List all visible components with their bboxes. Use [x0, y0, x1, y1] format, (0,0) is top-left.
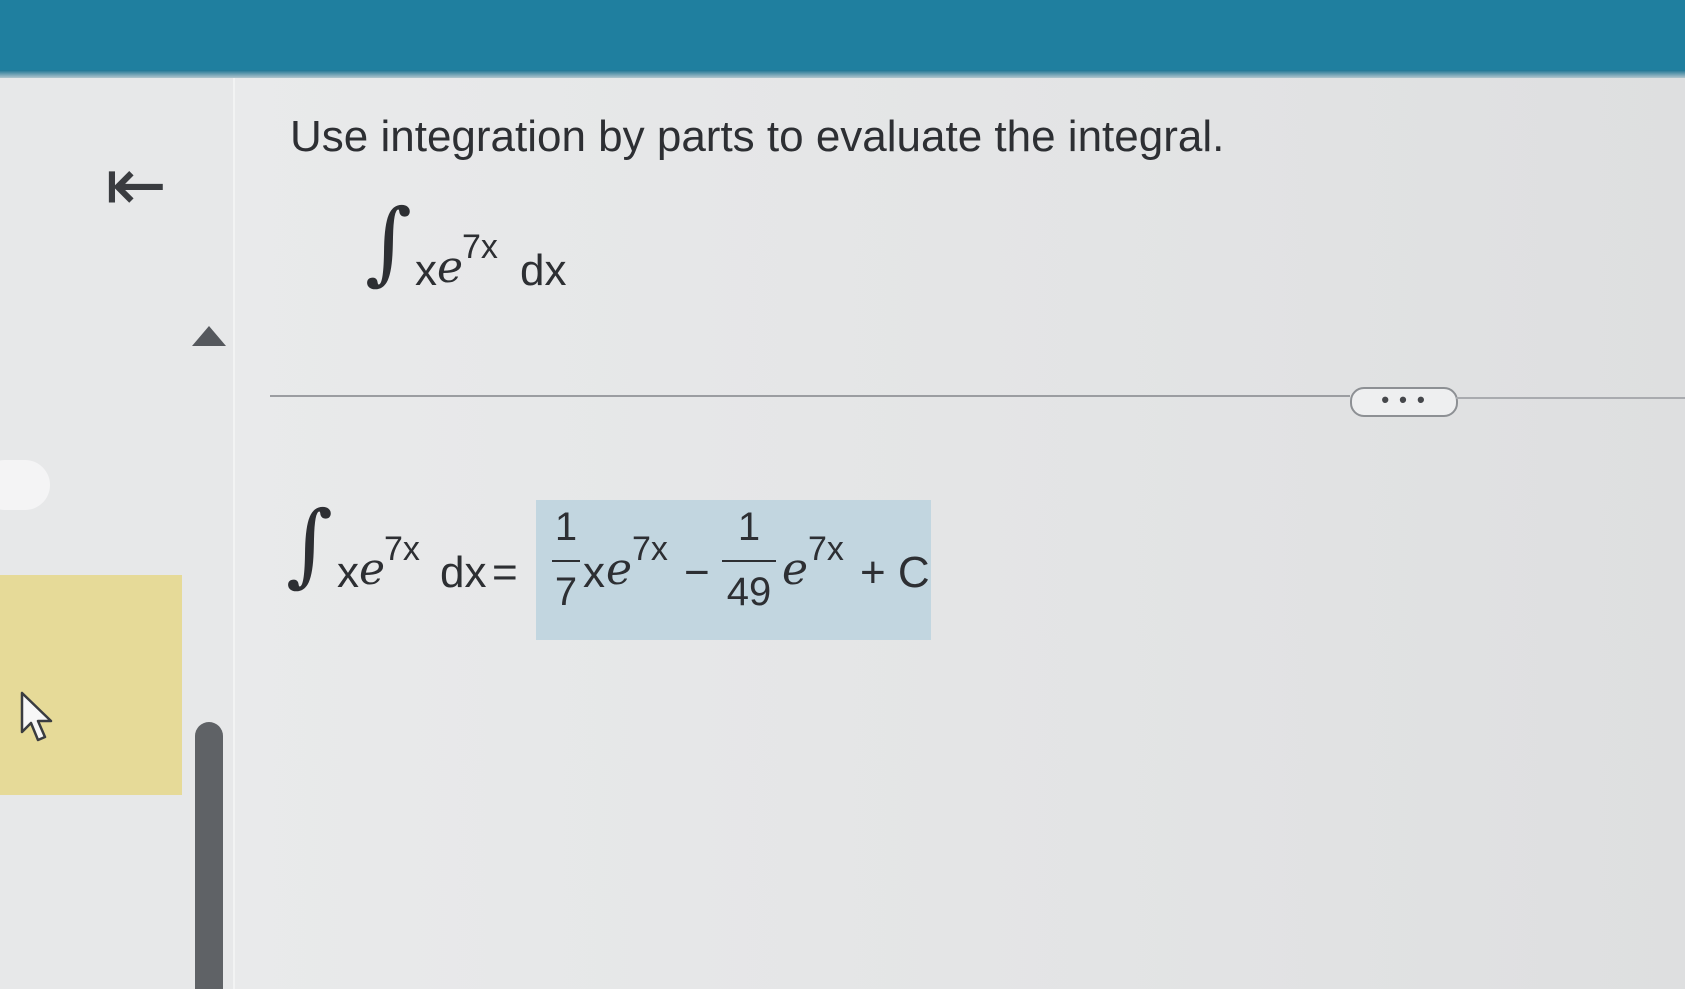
answer-lhs-exponent: 7x [384, 530, 420, 568]
sidebar-bubble [0, 460, 50, 510]
answer-lhs-e: e [359, 544, 386, 595]
term2-exponent: 7x [808, 530, 844, 568]
term1-denominator: 7 [554, 570, 578, 614]
integrand-exponent: 7x [462, 228, 498, 266]
integrand-e: e [437, 242, 464, 293]
term2-denominator: 49 [726, 570, 772, 614]
answer-lhs-x: x [337, 548, 359, 597]
integral-sign-icon: ∫ [365, 190, 412, 295]
term1-fraction-bar [552, 560, 580, 562]
triangle-up-icon[interactable] [192, 326, 226, 346]
plus-constant: + C [860, 548, 930, 597]
scrollbar-thumb[interactable] [195, 722, 223, 989]
term1-e: e [606, 544, 633, 595]
term1-exponent: 7x [632, 530, 668, 568]
equals-sign: = [492, 548, 518, 597]
term2-numerator: 1 [737, 505, 761, 549]
collapse-left-icon[interactable]: ⇤ [105, 140, 195, 230]
mouse-pointer-icon [20, 691, 53, 742]
term2-e: e [782, 544, 809, 595]
section-divider [270, 395, 1350, 397]
main-content-panel [235, 78, 1685, 989]
highlighted-sidebar-panel[interactable] [0, 575, 182, 795]
section-divider-right [1456, 397, 1685, 399]
question-differential: dx [520, 246, 567, 295]
show-more-button[interactable]: • • • [1350, 387, 1458, 417]
term1-x: x [583, 548, 605, 597]
top-header-bar [0, 0, 1685, 78]
answer-lhs-dx: dx [440, 548, 487, 597]
question-prompt: Use integration by parts to evaluate the… [290, 112, 1225, 161]
minus-sign: − [684, 548, 710, 597]
integrand-x: x [415, 246, 437, 295]
term1-numerator: 1 [554, 505, 578, 549]
term2-fraction-bar [722, 560, 776, 562]
answer-integral-sign-icon: ∫ [286, 492, 333, 597]
